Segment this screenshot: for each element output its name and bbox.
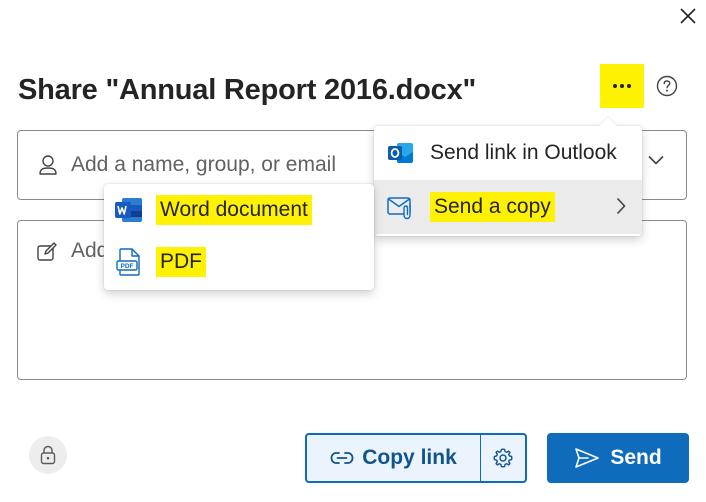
submenu-item-label: PDF (156, 247, 206, 277)
submenu-item-word-document[interactable]: Word document (104, 184, 374, 236)
mail-attachment-icon (386, 192, 416, 222)
share-dialog: Share "Annual Report 2016.docx" Add a na… (0, 0, 706, 502)
close-button[interactable] (676, 4, 700, 28)
word-icon (114, 195, 144, 225)
close-icon (680, 8, 696, 24)
send-label: Send (610, 446, 662, 469)
svg-text:PDF: PDF (121, 263, 134, 270)
more-icon (613, 84, 631, 88)
outlook-icon (386, 138, 416, 168)
chevron-right-icon (616, 197, 626, 215)
person-icon (39, 155, 57, 175)
copy-link-label: Copy link (362, 446, 457, 469)
menu-item-label: Send link in Outlook (430, 141, 617, 164)
help-icon (656, 75, 678, 97)
submenu-item-pdf[interactable]: PDF PDF (104, 236, 374, 288)
menu-item-label: Send a copy (430, 192, 555, 222)
help-button[interactable] (655, 74, 679, 98)
gear-icon (493, 448, 513, 468)
link-settings-gear-button[interactable] (481, 435, 525, 481)
send-button[interactable]: Send (547, 433, 689, 483)
lock-icon (40, 445, 56, 465)
more-options-menu: Send link in Outlook Send a copy (374, 117, 642, 236)
menu-item-send-a-copy[interactable]: Send a copy (374, 180, 642, 234)
more-options-button[interactable] (600, 64, 644, 108)
link-settings-button[interactable] (29, 436, 67, 474)
recipients-placeholder: Add a name, group, or email (71, 153, 336, 176)
copy-link-button[interactable]: Copy link (307, 435, 481, 481)
menu-item-send-link-outlook[interactable]: Send link in Outlook (374, 126, 642, 180)
chevron-down-icon[interactable] (648, 155, 664, 165)
message-placeholder: Add (71, 239, 109, 262)
submenu-item-label: Word document (156, 195, 312, 225)
link-icon (330, 452, 354, 464)
copy-link-group: Copy link (305, 433, 527, 483)
pdf-icon: PDF (114, 247, 144, 277)
edit-icon (37, 242, 57, 261)
send-copy-submenu: Word document PDF PDF (104, 184, 374, 290)
send-icon (575, 448, 600, 468)
dialog-title: Share "Annual Report 2016.docx" (18, 74, 477, 106)
